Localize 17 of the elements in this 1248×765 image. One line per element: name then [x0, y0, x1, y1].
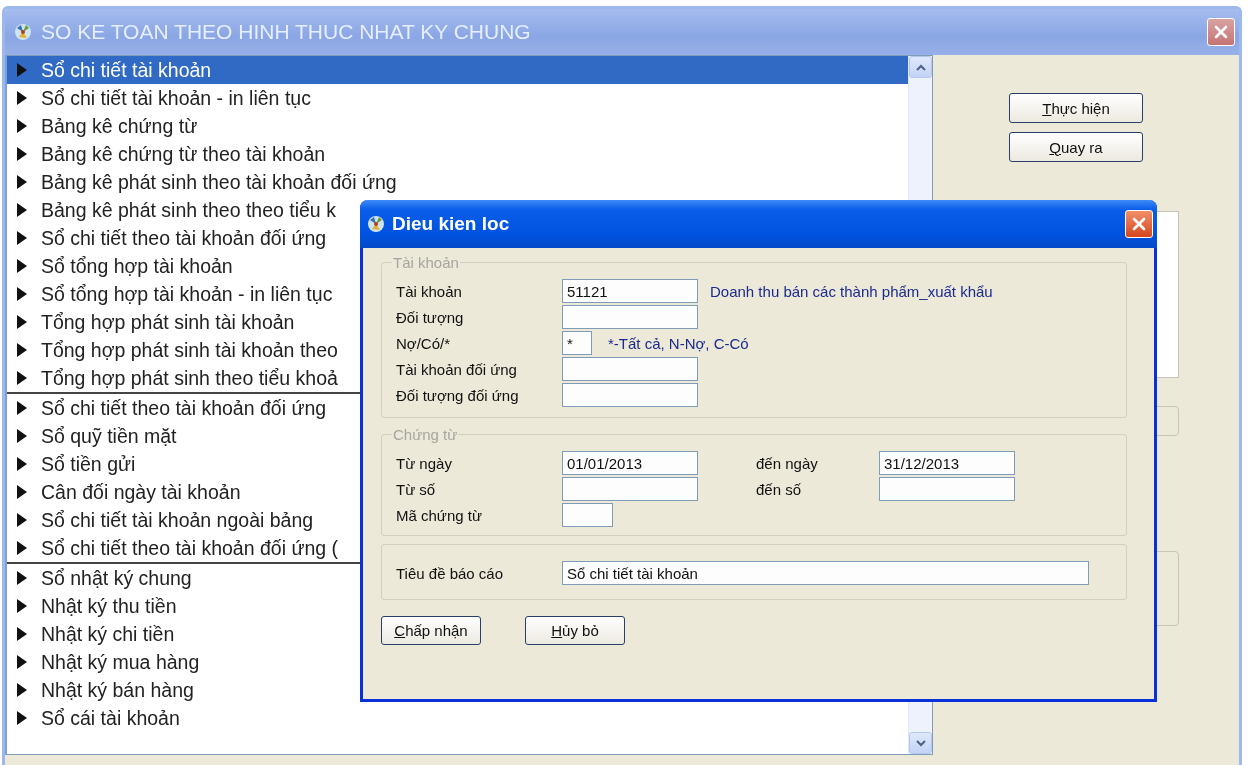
window-title: SO KE TOAN THEO HINH THUC NHAT KY CHUNG: [41, 20, 532, 44]
field-label: Đối tượng: [396, 308, 465, 326]
field-label: Tiêu đề báo cáo: [396, 564, 505, 582]
field-label: Nợ/Có/*: [396, 334, 452, 352]
field-label: Từ ngày: [396, 454, 453, 472]
field-label: Mã chứng từ: [396, 506, 483, 524]
group-legend: Chứng từ: [392, 426, 459, 443]
field-label: Tài khoản: [396, 282, 463, 300]
field-label: đến số: [756, 480, 803, 498]
field-label: Đối tượng đối ứng: [396, 386, 520, 404]
group-legend: Tài khoản: [392, 254, 460, 271]
dialog-title: Dieu kien loc: [392, 213, 511, 235]
field-hint: Doanh thu bán các thành phẩm_xuất khẩu: [710, 282, 993, 300]
field-label: Tài khoản đối ứng: [396, 360, 518, 378]
field-label: Từ số: [396, 480, 437, 498]
field-label: đến ngày: [756, 454, 819, 472]
field-hint: *-Tất cả, N-Nợ, C-Có: [608, 334, 749, 352]
